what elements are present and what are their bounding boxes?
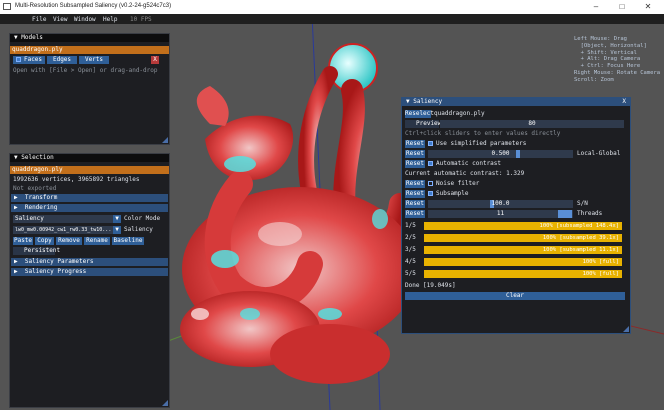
close-icon[interactable]: X xyxy=(622,98,626,106)
baseline-button[interactable]: Baseline xyxy=(112,237,144,245)
reset-contrast-button[interactable]: Reset xyxy=(405,160,425,168)
edges-toggle[interactable]: Edges xyxy=(47,56,77,64)
rename-button[interactable]: Rename xyxy=(84,237,110,245)
fps-counter: 10 FPS xyxy=(130,16,152,23)
3d-viewport[interactable]: File View Window Help 10 FPS Left Mouse:… xyxy=(0,14,664,410)
chevron-down-icon[interactable]: ▼ xyxy=(113,226,121,234)
progress-label: 1/5 xyxy=(405,222,416,229)
app-icon xyxy=(3,3,11,10)
controls-hint: Left Mouse: Drag [Object, Horizontal] + … xyxy=(574,36,661,83)
checkmark-icon xyxy=(15,57,21,62)
window-titlebar: Multi-Resolution Subsampled Saliency (v0… xyxy=(0,0,664,14)
menu-view[interactable]: View xyxy=(53,16,67,23)
rendering-header[interactable]: ▶ Rendering xyxy=(11,204,168,212)
chevron-down-icon[interactable]: ▼ xyxy=(113,215,121,223)
preview-slider[interactable]: 80 xyxy=(440,120,624,128)
saliency-window-title[interactable]: ▼ Saliency X xyxy=(402,98,630,106)
threads-label: Threads xyxy=(577,210,603,217)
slider-handle[interactable] xyxy=(558,210,572,218)
export-status: Not exported xyxy=(13,185,57,192)
saliency-window: ▼ Saliency X Reselect quaddragon.ply Pre… xyxy=(401,97,631,334)
done-status: Done [19.049s] xyxy=(405,282,456,289)
threads-slider[interactable]: 11 xyxy=(428,210,573,218)
progress-bar: 100% [full] xyxy=(424,270,622,278)
mesh-stats: 1992636 vertices, 3965892 triangles xyxy=(13,176,140,183)
progress-label: 2/5 xyxy=(405,234,416,241)
model-file-item[interactable]: quaddragon.ply xyxy=(10,46,169,54)
maximize-icon[interactable]: □ xyxy=(610,1,634,13)
close-model-button[interactable]: X xyxy=(151,56,159,64)
reselect-button[interactable]: Reselect xyxy=(405,110,434,118)
open-hint: Open with [File > Open] or drag-and-drop xyxy=(13,67,158,74)
copy-button[interactable]: Copy xyxy=(35,237,54,245)
slider-handle[interactable] xyxy=(516,150,520,158)
ctrl-click-hint: Ctrl+click sliders to enter values direc… xyxy=(405,130,561,137)
saliency-progress-header[interactable]: ▶ Saliency Progress xyxy=(11,268,168,276)
close-icon[interactable]: ✕ xyxy=(636,1,660,13)
sn-slider[interactable]: 100.0 xyxy=(428,200,573,208)
simplified-checkbox[interactable]: Use simplified parameters xyxy=(428,140,526,148)
progress-bar: 100% [subsampled 148.4x] xyxy=(424,222,622,230)
selection-panel: ▼ Selection quaddragon.ply 1992636 verti… xyxy=(9,153,170,408)
reset-sn-button[interactable]: Reset xyxy=(405,200,425,208)
color-mode-label: Color Mode xyxy=(124,215,161,222)
resize-grip-icon[interactable] xyxy=(623,326,629,332)
minimize-icon[interactable]: – xyxy=(584,1,608,13)
selection-panel-title[interactable]: ▼ Selection xyxy=(10,154,169,162)
faces-toggle[interactable]: Faces xyxy=(13,56,45,64)
progress-bar: 100% [subsampled 39.1x] xyxy=(424,234,622,242)
auto-contrast-checkbox[interactable]: Automatic contrast xyxy=(428,160,501,168)
sn-label: S/N xyxy=(577,200,588,207)
reset-local-global-button[interactable]: Reset xyxy=(405,150,425,158)
reset-simplified-button[interactable]: Reset xyxy=(405,140,425,148)
models-panel: ▼ Models quaddragon.ply Faces Edges Vert… xyxy=(9,33,170,145)
menu-window[interactable]: Window xyxy=(74,16,96,23)
remove-button[interactable]: Remove xyxy=(56,237,82,245)
preview-button[interactable]: Preview xyxy=(405,120,441,128)
verts-toggle[interactable]: Verts xyxy=(79,56,109,64)
saliency-parameters-header[interactable]: ▶ Saliency Parameters xyxy=(11,258,168,266)
clear-button[interactable]: Clear xyxy=(405,292,625,300)
progress-label: 4/5 xyxy=(405,258,416,265)
progress-label: 3/5 xyxy=(405,246,416,253)
progress-bar: 100% [subsampled 11.1x] xyxy=(424,246,622,254)
persistent-button[interactable]: Persistent xyxy=(13,247,60,255)
current-contrast: Current automatic contrast: 1.329 xyxy=(405,170,525,177)
resize-grip-icon[interactable] xyxy=(162,137,168,143)
local-global-slider[interactable]: 0.500 xyxy=(428,150,573,158)
checkmark-icon xyxy=(428,191,433,196)
reset-subsample-button[interactable]: Reset xyxy=(405,190,425,198)
models-panel-title[interactable]: ▼ Models xyxy=(10,34,169,42)
reset-noise-button[interactable]: Reset xyxy=(405,180,425,188)
subsample-checkbox[interactable]: Subsample xyxy=(428,190,469,198)
noise-filter-checkbox[interactable]: Noise filter xyxy=(428,180,479,188)
menu-bar: File View Window Help 10 FPS xyxy=(0,14,664,24)
selected-file[interactable]: quaddragon.ply xyxy=(10,166,169,174)
checkmark-icon xyxy=(428,161,433,166)
progress-label: 5/5 xyxy=(405,270,416,277)
checkmark-icon xyxy=(428,141,433,146)
resize-grip-icon[interactable] xyxy=(162,400,168,406)
menu-help[interactable]: Help xyxy=(103,16,117,23)
saliency-file: quaddragon.ply xyxy=(434,110,485,117)
transform-header[interactable]: ▶ Transform xyxy=(11,194,168,202)
local-global-label: Local-Global xyxy=(577,150,621,157)
paste-button[interactable]: Paste xyxy=(13,237,33,245)
saliency-layer-label: Saliency xyxy=(124,226,153,233)
window-title: Multi-Resolution Subsampled Saliency (v0… xyxy=(15,3,172,9)
color-mode-select[interactable]: Saliency xyxy=(13,215,113,223)
menu-file[interactable]: File xyxy=(32,16,46,23)
progress-bar: 100% [full] xyxy=(424,258,622,266)
saliency-layer-select[interactable]: lw0_mw0.00942_cw1_rw0.33_tw10... xyxy=(13,226,113,234)
reset-threads-button[interactable]: Reset xyxy=(405,210,425,218)
